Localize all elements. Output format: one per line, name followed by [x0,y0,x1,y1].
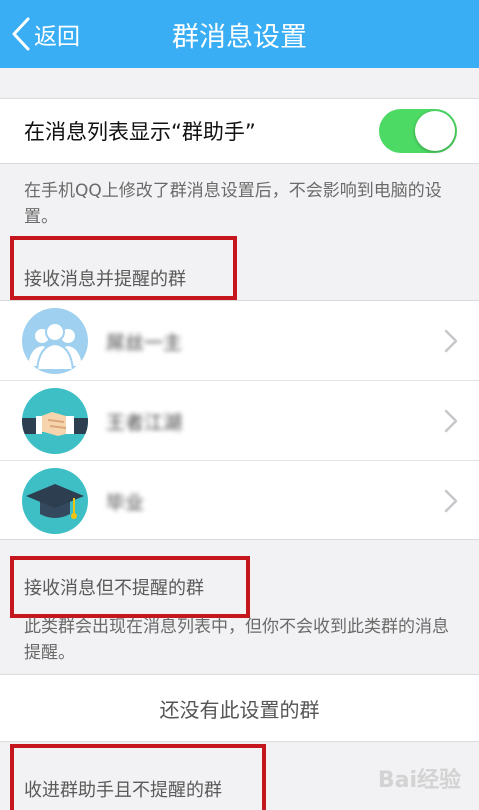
group-list: 屌丝一主 王者江湖 毕业 [0,300,479,540]
group-item[interactable]: 屌丝一主 [0,301,479,381]
show-group-helper-label: 在消息列表显示“群助手” [24,120,256,144]
switch-knob [415,111,455,151]
chevron-right-icon [444,329,458,353]
group-item[interactable]: 毕业 [0,461,479,541]
show-group-helper-row: 在消息列表显示“群助手” [0,98,479,164]
avatar [22,388,88,454]
people-icon [22,308,88,374]
highlight-box [10,744,266,810]
empty-state-row: 还没有此设置的群 [0,674,479,742]
chevron-right-icon [444,409,458,433]
back-label: 返回 [34,24,80,50]
show-group-helper-switch[interactable] [379,109,457,153]
avatar [22,468,88,534]
highlight-box [10,556,250,618]
settings-note: 在手机QQ上修改了群消息设置后，不会影响到电脑的设置。 [24,181,442,227]
top-bar: 返回 群消息设置 [0,0,479,68]
highlight-box [10,236,237,300]
section2-note: 此类群会出现在消息列表中，但你不会收到此类群的消息提醒。 [24,617,449,663]
chevron-left-icon [12,17,30,51]
handshake-icon [22,388,88,454]
group-item[interactable]: 王者江湖 [0,381,479,461]
group-name: 屌丝一主 [106,331,183,354]
group-name: 王者江湖 [106,411,183,434]
graduation-cap-icon [22,468,88,534]
back-button[interactable]: 返回 [10,14,80,54]
empty-state-text: 还没有此设置的群 [159,697,320,722]
avatar [22,308,88,374]
watermark: Bai经验 [377,768,461,793]
group-name: 毕业 [106,491,145,514]
chevron-right-icon [444,489,458,513]
